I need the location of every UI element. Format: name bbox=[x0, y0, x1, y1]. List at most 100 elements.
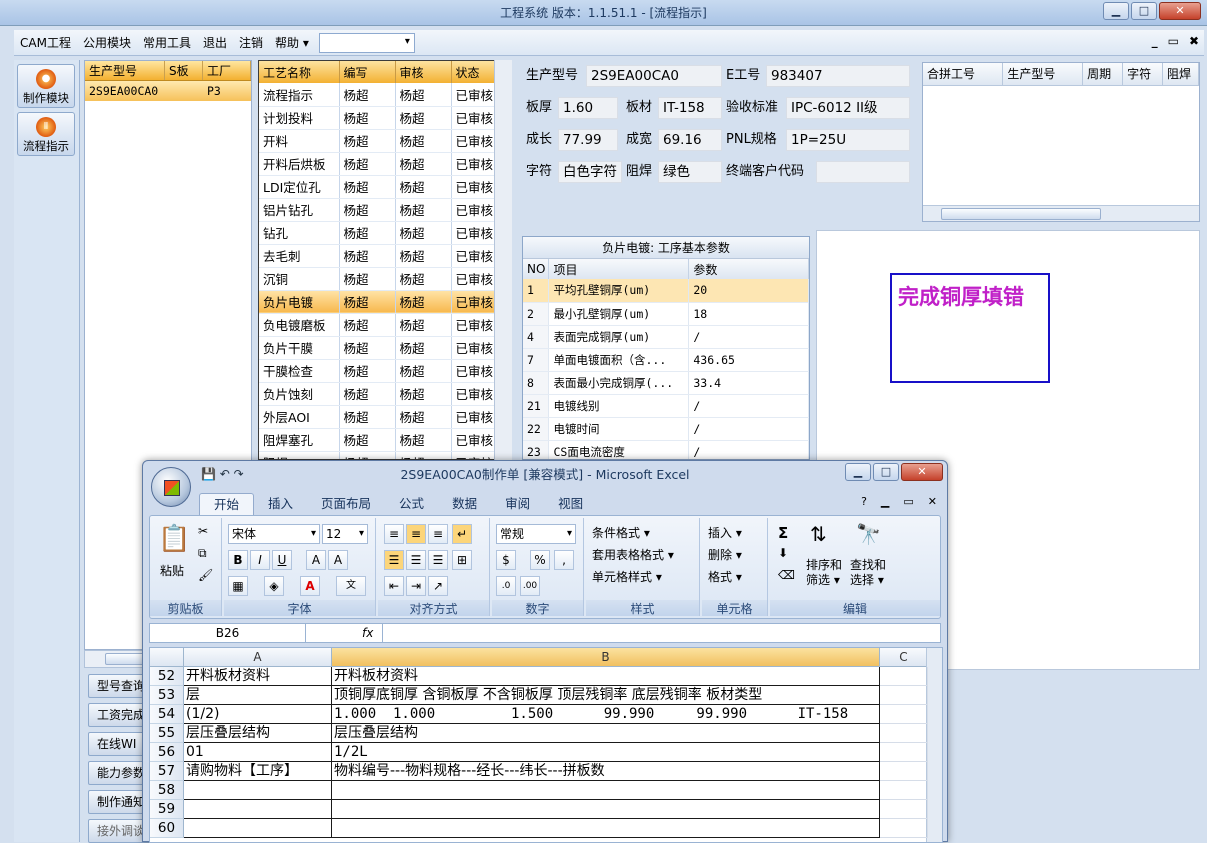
undo-icon[interactable]: ↶ bbox=[220, 467, 230, 481]
menu-combo[interactable] bbox=[318, 32, 415, 53]
cell-b[interactable] bbox=[332, 781, 880, 800]
redo-icon[interactable]: ↷ bbox=[234, 467, 244, 481]
cell-c[interactable] bbox=[880, 800, 928, 819]
cell-a[interactable]: 开料板材资料 bbox=[184, 667, 332, 686]
cell-c[interactable] bbox=[880, 743, 928, 762]
sort-filter-icon[interactable]: ⇅ bbox=[810, 522, 827, 546]
nav-make-module[interactable]: ● 制作模块 bbox=[17, 64, 75, 108]
param-row[interactable]: 2 最小孔壁铜厚(um) 18 bbox=[523, 302, 809, 326]
col-merge-model[interactable]: 生产型号 bbox=[1002, 63, 1084, 86]
row-header[interactable]: 57 bbox=[150, 762, 184, 781]
indent-icon[interactable]: ⇥ bbox=[406, 576, 426, 596]
process-row[interactable]: 开料 杨超 杨超 已审核 bbox=[259, 129, 496, 153]
col-process[interactable]: 工艺名称 bbox=[259, 61, 340, 83]
percent-button[interactable]: % bbox=[530, 550, 550, 570]
fill-icon[interactable]: ⬇ bbox=[778, 546, 788, 560]
cell-c[interactable] bbox=[880, 667, 928, 686]
tab-insert[interactable]: 插入 bbox=[254, 493, 307, 515]
bold-button[interactable]: B bbox=[228, 550, 248, 570]
outdent-icon[interactable]: ⇤ bbox=[384, 576, 404, 596]
row-header[interactable]: 52 bbox=[150, 667, 184, 686]
menu-tools[interactable]: 常用工具 bbox=[137, 34, 197, 51]
param-row[interactable]: 1 平均孔壁铜厚(um) 20 bbox=[523, 279, 809, 303]
row-header[interactable]: 59 bbox=[150, 800, 184, 819]
menu-exit[interactable]: 退出 bbox=[197, 34, 233, 51]
sheet-vscroll[interactable] bbox=[926, 648, 942, 842]
field-mask[interactable]: 绿色 bbox=[658, 161, 722, 183]
tab-view[interactable]: 视图 bbox=[544, 493, 597, 515]
minimize-button[interactable]: ▁ bbox=[1103, 2, 1129, 20]
underline-button[interactable]: U bbox=[272, 550, 292, 570]
merge-icon[interactable]: ⊞ bbox=[452, 550, 472, 570]
find-select-button[interactable]: 查找和 选择 ▾ bbox=[850, 558, 886, 588]
process-row[interactable]: 干膜检查 杨超 杨超 已审核 bbox=[259, 359, 496, 383]
cell-b[interactable]: 层压叠层结构 bbox=[332, 724, 880, 743]
menu-common-module[interactable]: 公用模块 bbox=[77, 34, 137, 51]
row-header[interactable]: 53 bbox=[150, 686, 184, 705]
shrink-font-button[interactable]: A bbox=[328, 550, 348, 570]
orientation-icon[interactable]: ↗ bbox=[428, 576, 448, 596]
border-icon[interactable]: ▦ bbox=[228, 576, 248, 596]
param-row[interactable]: 8 表面最小完成铜厚(... 33.4 bbox=[523, 371, 809, 395]
cell-c[interactable] bbox=[880, 819, 928, 838]
font-name-combo[interactable]: 宋体 bbox=[228, 524, 320, 544]
currency-icon[interactable]: $ bbox=[496, 550, 516, 570]
process-row[interactable]: 阻焊塞孔 杨超 杨超 已审核 bbox=[259, 428, 496, 452]
col-merge-mask[interactable]: 阻焊 bbox=[1162, 63, 1199, 86]
format-painter-icon[interactable]: 🖌 bbox=[198, 568, 213, 582]
italic-button[interactable]: I bbox=[250, 550, 270, 570]
ribbon-close-icon[interactable]: ✕ bbox=[928, 495, 937, 508]
nav-flow-guide[interactable]: Ⅱ 流程指示 bbox=[17, 112, 75, 156]
col-model[interactable]: 生产型号 bbox=[85, 61, 165, 80]
cell-a[interactable] bbox=[184, 819, 332, 838]
field-thickness[interactable]: 1.60 bbox=[558, 97, 618, 119]
process-row[interactable]: 负片电镀 杨超 杨超 已审核 bbox=[259, 290, 496, 314]
cell-a[interactable] bbox=[184, 781, 332, 800]
cell-a[interactable]: 层压叠层结构 bbox=[184, 724, 332, 743]
scroll-thumb[interactable] bbox=[105, 653, 145, 665]
tab-data[interactable]: 数据 bbox=[438, 493, 491, 515]
cell-b[interactable] bbox=[332, 800, 880, 819]
process-row[interactable]: 铝片钻孔 杨超 杨超 已审核 bbox=[259, 198, 496, 222]
excel-minimize-button[interactable]: ▁ bbox=[845, 463, 871, 481]
align-left-icon[interactable]: ☰ bbox=[384, 550, 404, 570]
close-button[interactable]: ✕ bbox=[1159, 2, 1201, 20]
param-row[interactable]: 4 表面完成铜厚(um) / bbox=[523, 325, 809, 349]
menu-logout[interactable]: 注销 bbox=[233, 34, 269, 51]
col-header-c[interactable]: C bbox=[880, 648, 928, 667]
cell-a[interactable]: 01 bbox=[184, 743, 332, 762]
col-merge-cycle[interactable]: 周期 bbox=[1082, 63, 1124, 86]
col-no[interactable]: NO bbox=[523, 259, 550, 279]
table-format-button[interactable]: 套用表格格式 ▾ bbox=[592, 546, 674, 563]
col-item[interactable]: 项目 bbox=[548, 259, 690, 279]
tab-home[interactable]: 开始 bbox=[199, 493, 255, 515]
cell-c[interactable] bbox=[880, 705, 928, 724]
row-header[interactable]: 56 bbox=[150, 743, 184, 762]
param-row[interactable]: 21 电镀线别 / bbox=[523, 394, 809, 418]
field-pnl[interactable]: 1P=25U bbox=[786, 129, 910, 151]
align-top-icon[interactable]: ≡ bbox=[384, 524, 404, 544]
process-row[interactable]: 流程指示 杨超 杨超 已审核 bbox=[259, 83, 496, 107]
sort-filter-button[interactable]: 排序和 筛选 ▾ bbox=[806, 558, 842, 588]
menu-cam[interactable]: CAM工程 bbox=[14, 34, 77, 51]
col-reviewer[interactable]: 审核 bbox=[395, 61, 452, 83]
fx-icon[interactable]: fx bbox=[362, 624, 373, 642]
cell-c[interactable] bbox=[880, 781, 928, 800]
ribbon-min-icon[interactable]: ▁ bbox=[881, 495, 889, 508]
save-icon[interactable]: 💾 bbox=[201, 467, 216, 481]
merge-scrollbar[interactable] bbox=[923, 205, 1199, 221]
col-status[interactable]: 状态 bbox=[451, 61, 496, 83]
field-material[interactable]: IT-158 bbox=[658, 97, 722, 119]
cell-a[interactable]: 请购物料【工序】 bbox=[184, 762, 332, 781]
ribbon-restore-icon[interactable]: ▭ bbox=[903, 495, 913, 508]
col-factory[interactable]: 工厂 bbox=[203, 61, 251, 80]
formula-input[interactable] bbox=[382, 624, 942, 642]
process-row[interactable]: 开料后烘板 杨超 杨超 已审核 bbox=[259, 152, 496, 176]
fill-color-icon[interactable]: ◈ bbox=[264, 576, 284, 596]
grow-font-button[interactable]: A bbox=[306, 550, 326, 570]
font-color-icon[interactable]: A bbox=[300, 576, 320, 596]
wrap-text-icon[interactable]: ↵ bbox=[452, 524, 472, 544]
mdi-restore-button[interactable]: ▭ bbox=[1168, 34, 1179, 48]
insert-cells-button[interactable]: 插入 ▾ bbox=[708, 524, 742, 541]
col-header-a[interactable]: A bbox=[184, 648, 332, 667]
